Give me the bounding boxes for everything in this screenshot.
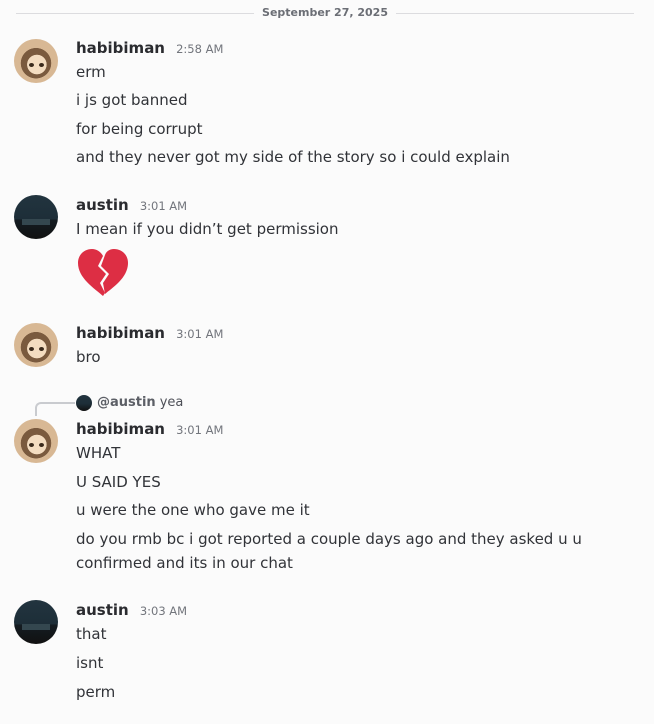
reply-mention[interactable]: @austin [97, 395, 156, 410]
message-text: erm [76, 63, 106, 81]
timestamp: 3:01 AM [176, 423, 224, 437]
message-text: perm [76, 683, 116, 701]
username[interactable]: habibiman [76, 420, 165, 438]
message-text: U SAID YES [76, 473, 161, 491]
message-header: austin 3:01 AM [76, 194, 187, 216]
message-text: for being corrupt [76, 120, 203, 138]
broken-heart-icon [78, 249, 128, 296]
message-text: that [76, 625, 107, 643]
message-header: habibiman 3:01 AM [76, 322, 223, 344]
avatar[interactable] [14, 600, 58, 644]
timestamp: 3:03 AM [139, 604, 188, 618]
message-header: habibiman 2:58 AM [76, 37, 223, 59]
message-text: and they never got my side of the story … [76, 148, 510, 166]
avatar[interactable] [14, 39, 58, 83]
date-divider: September 27, 2025 [16, 6, 634, 20]
message-header: austin 3:03 AM [76, 599, 187, 621]
reply-text: yea [159, 395, 184, 410]
username[interactable]: austin [76, 601, 129, 619]
avatar[interactable] [14, 195, 58, 239]
message-text: i js got banned [76, 91, 188, 109]
avatar[interactable] [14, 323, 58, 367]
message-text: do you rmb bc i got reported a couple da… [76, 530, 582, 572]
username[interactable]: habibiman [76, 39, 165, 57]
avatar[interactable] [14, 419, 58, 463]
message-text: isnt [76, 654, 104, 672]
timestamp: 3:01 AM [139, 199, 188, 213]
reply-connector [35, 402, 75, 416]
timestamp: 3:01 AM [176, 327, 224, 341]
message-text: I mean if you didn’t get permission [76, 220, 339, 238]
message-text: bro [76, 348, 101, 366]
message-text: u were the one who gave me it [76, 501, 310, 519]
timestamp: 2:58 AM [176, 42, 224, 56]
divider-date: September 27, 2025 [254, 6, 396, 20]
message-header: habibiman 3:01 AM [76, 418, 223, 440]
message-text: WHAT [76, 444, 121, 462]
username[interactable]: austin [76, 196, 129, 214]
reply-preview[interactable]: @austin yea [76, 395, 183, 411]
reply-avatar [76, 395, 92, 411]
username[interactable]: habibiman [76, 324, 165, 342]
